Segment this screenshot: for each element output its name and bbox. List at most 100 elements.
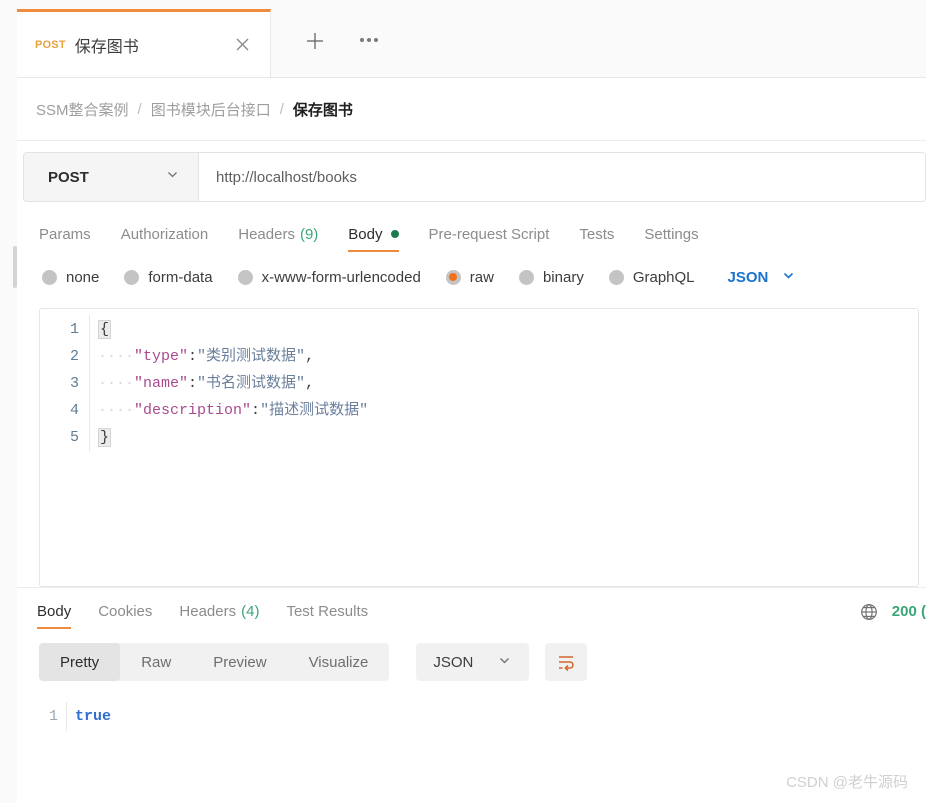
tab-params-label: Params	[39, 225, 91, 243]
view-mode-raw[interactable]: Raw	[120, 643, 192, 681]
response-value: true	[65, 702, 111, 731]
response-format-select[interactable]: JSON	[416, 643, 530, 681]
code-line: 4 ····"description":"描述测试数据"	[40, 396, 918, 425]
body-format-select[interactable]: JSON	[728, 268, 797, 287]
response-section-tabs: Body Cookies Headers (4) Test Results 20…	[17, 587, 926, 635]
body-type-binary-label: binary	[542, 268, 584, 286]
open-request-tab[interactable]: POST 保存图书	[17, 9, 271, 77]
response-tab-cookies[interactable]: Cookies	[98, 588, 152, 635]
indent-guides: ····	[98, 348, 135, 365]
radio-icon	[237, 269, 253, 285]
response-status-area: 200 (	[859, 588, 926, 635]
tab-authorization-label: Authorization	[120, 225, 209, 243]
breadcrumb-separator: /	[137, 100, 142, 118]
response-tab-test-results[interactable]: Test Results	[286, 588, 368, 635]
body-type-form-data[interactable]: form-data	[124, 268, 213, 286]
code-content: ····"type":"类别测试数据",	[88, 342, 315, 371]
response-tab-cookies-label: Cookies	[98, 603, 153, 620]
globe-icon[interactable]	[859, 602, 879, 622]
tab-authorization[interactable]: Authorization	[121, 213, 209, 255]
postman-window: POST 保存图书 SSM整合案例 / 图书模块后台接口 / 保存图书 POST…	[0, 0, 926, 803]
breadcrumb-item-1[interactable]: 图书模块后台接口	[151, 99, 271, 120]
left-sidebar-rail	[0, 0, 18, 803]
main-panel: POST 保存图书 SSM整合案例 / 图书模块后台接口 / 保存图书 POST…	[17, 0, 926, 803]
body-type-graphql[interactable]: GraphQL	[608, 269, 695, 286]
response-tab-body[interactable]: Body	[37, 588, 72, 635]
indent-guides: ····	[98, 375, 135, 392]
radio-selected-icon	[445, 269, 461, 285]
code-content: }	[88, 423, 112, 452]
indent-guides: ····	[98, 402, 135, 419]
code-line: 1 true	[17, 702, 926, 731]
tab-tests-label: Tests	[579, 225, 615, 243]
request-section-tabs: Params Authorization Headers (9) Body Pr…	[17, 213, 926, 255]
view-mode-preview[interactable]: Preview	[192, 643, 287, 681]
open-brace: {	[98, 320, 112, 339]
radio-icon	[608, 269, 624, 285]
json-key: "type"	[134, 348, 189, 365]
json-key: "name"	[134, 375, 189, 392]
tab-title-label: 保存图书	[74, 38, 139, 56]
code-content: ····"name":"书名测试数据",	[88, 369, 315, 398]
body-type-raw[interactable]: raw	[445, 268, 494, 286]
body-type-raw-label: raw	[469, 268, 494, 286]
url-row: POST http://localhost/books	[17, 141, 926, 213]
json-value: "书名测试数据"	[197, 375, 306, 392]
body-type-none[interactable]: none	[42, 269, 99, 286]
url-input[interactable]: http://localhost/books	[199, 153, 925, 201]
response-body-code: 1 true	[17, 689, 926, 761]
tab-pre-request-script-label: Pre-request Script	[428, 225, 550, 243]
body-type-binary[interactable]: binary	[518, 268, 584, 286]
json-value: "类别测试数据"	[197, 348, 306, 365]
wrap-text-icon[interactable]	[545, 643, 588, 681]
tab-pre-request-script[interactable]: Pre-request Script	[429, 213, 550, 255]
breadcrumb-item-current: 保存图书	[292, 101, 353, 119]
tab-headers[interactable]: Headers (9)	[238, 213, 318, 255]
body-type-urlencoded-label: x-www-form-urlencoded	[261, 268, 421, 286]
body-type-none-label: none	[66, 268, 100, 286]
close-icon[interactable]	[232, 35, 252, 55]
breadcrumb-separator: /	[279, 100, 284, 118]
radio-icon	[42, 269, 57, 285]
code-line: 2 ····"type":"类别测试数据",	[40, 342, 918, 371]
response-tab-test-results-label: Test Results	[286, 603, 369, 620]
tab-params[interactable]: Params	[39, 213, 91, 255]
body-type-form-data-label: form-data	[148, 268, 213, 286]
json-comma: ,	[305, 375, 315, 392]
tab-method-label: POST	[35, 38, 66, 51]
tab-body-label: Body	[348, 225, 383, 243]
body-active-dot-icon	[390, 230, 399, 238]
body-format-label: JSON	[727, 268, 769, 286]
code-line: 5 }	[40, 423, 918, 452]
breadcrumb-item-0[interactable]: SSM整合案例	[36, 99, 129, 120]
response-toolbar: Pretty Raw Preview Visualize JSON	[17, 635, 926, 689]
request-body-code[interactable]: 1 { 2 ····"type":"类别测试数据", 3 ····"name":…	[40, 309, 918, 452]
response-tab-headers-label: Headers	[179, 603, 237, 620]
body-type-urlencoded[interactable]: x-www-form-urlencoded	[237, 268, 421, 286]
tab-headers-label: Headers	[238, 225, 295, 243]
response-tab-headers[interactable]: Headers (4)	[179, 588, 259, 635]
close-brace: }	[98, 428, 112, 447]
http-method-select[interactable]: POST	[24, 153, 199, 201]
request-body-editor[interactable]: 1 { 2 ····"type":"类别测试数据", 3 ····"name":…	[39, 308, 919, 587]
view-mode-pretty[interactable]: Pretty	[39, 643, 121, 681]
view-mode-visualize[interactable]: Visualize	[288, 643, 390, 681]
json-key: "description"	[134, 402, 252, 419]
json-colon: :	[188, 375, 198, 392]
code-content: ····"description":"描述测试数据"	[88, 396, 369, 425]
code-line: 3 ····"name":"书名测试数据",	[40, 369, 918, 398]
json-value: "描述测试数据"	[260, 402, 369, 419]
ellipsis-icon[interactable]	[352, 30, 386, 50]
tab-settings-label: Settings	[644, 225, 699, 243]
tab-tests[interactable]: Tests	[579, 213, 614, 255]
response-tab-body-label: Body	[37, 603, 72, 620]
json-comma: ,	[305, 348, 315, 365]
tab-settings[interactable]: Settings	[644, 213, 698, 255]
tab-body[interactable]: Body	[348, 213, 399, 255]
response-format-label: JSON	[433, 653, 474, 671]
breadcrumb-bar: SSM整合案例 / 图书模块后台接口 / 保存图书	[17, 78, 926, 141]
status-badge: 200 (	[891, 603, 926, 620]
plus-icon[interactable]	[300, 26, 330, 56]
code-content: {	[88, 315, 112, 344]
request-tab-bar: POST 保存图书	[17, 0, 926, 78]
